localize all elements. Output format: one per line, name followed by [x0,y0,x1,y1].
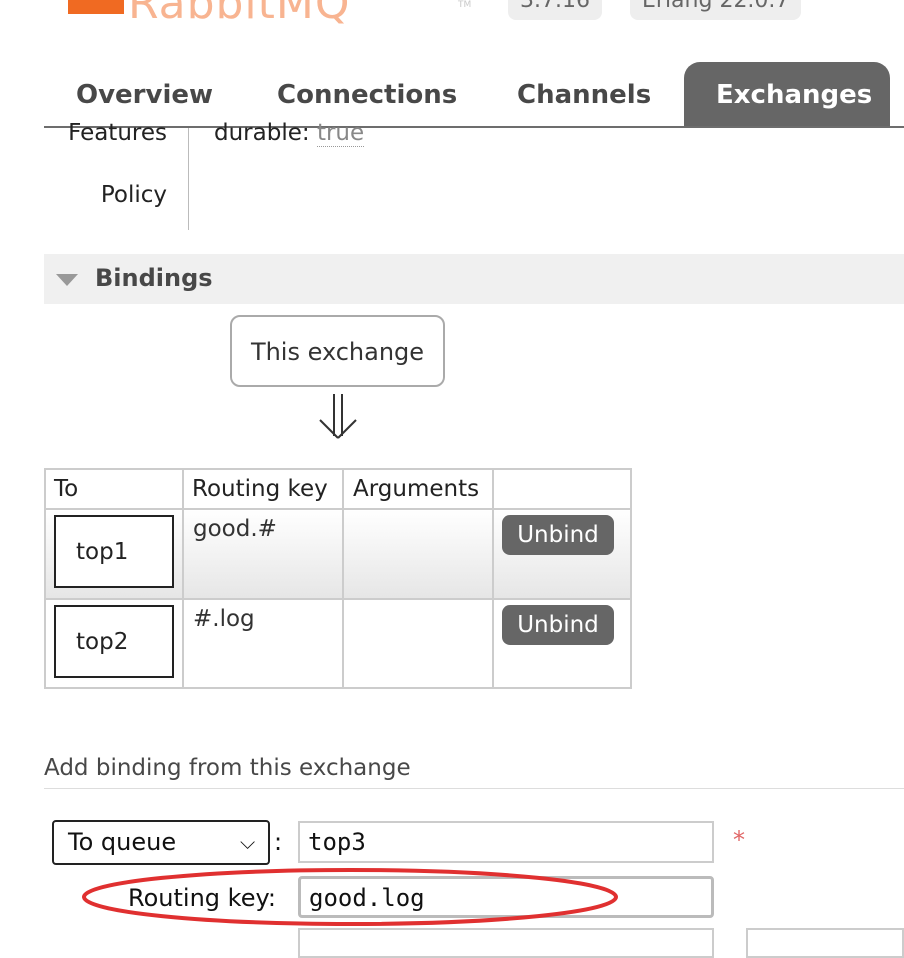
unbind-button[interactable]: Unbind [502,605,614,645]
destination-type-select[interactable]: To queue [52,820,270,865]
tab-channels[interactable]: Channels [517,62,651,126]
tab-exchanges[interactable]: Exchanges [684,62,890,126]
features-label: Features [68,120,167,146]
column-divider [342,470,344,687]
version-badge: 3.7.16 [508,0,602,20]
policy-label: Policy [100,182,167,208]
add-binding-divider [44,788,904,789]
arguments-value-input[interactable] [746,928,904,958]
routing-key-value: good.# [193,516,277,542]
routing-key-value: #.log [193,606,255,632]
durable-key: durable: [214,120,310,146]
header-row-divider [46,508,630,510]
column-divider [182,470,184,687]
collapse-triangle-icon[interactable] [56,274,78,286]
queue-link-top2[interactable]: top2 [54,605,174,678]
logo-text: RabbitMQ [128,0,351,29]
required-marker: * [733,826,745,854]
arguments-key-input[interactable] [298,928,714,958]
highlight-ellipse [82,868,618,926]
queue-link-top1[interactable]: top1 [54,515,174,588]
details-divider [188,128,189,230]
features-value: durable: true [214,120,365,147]
tab-connections[interactable]: Connections [277,62,457,126]
add-binding-title: Add binding from this exchange [44,755,411,781]
bindings-title[interactable]: Bindings [95,264,213,292]
column-divider [492,470,494,687]
colon-separator: : [274,828,283,856]
durable-value[interactable]: true [316,120,365,147]
chevron-down-icon: ⌵ [240,830,256,854]
column-header-routing-key: Routing key [192,476,328,502]
this-exchange-box: This exchange [230,315,445,387]
column-header-arguments: Arguments [353,476,480,502]
unbind-button[interactable]: Unbind [502,515,614,555]
destination-input[interactable]: top3 [298,821,714,863]
rabbitmq-logo-icon[interactable] [68,0,124,14]
tabs-divider [44,126,904,128]
tab-overview[interactable]: Overview [76,62,213,126]
double-down-arrow-icon [319,394,357,439]
logo-trademark: TM [458,0,472,10]
erlang-badge: Erlang 22.0.7 [630,0,802,20]
row-divider [46,598,630,600]
column-header-to: To [54,476,79,502]
